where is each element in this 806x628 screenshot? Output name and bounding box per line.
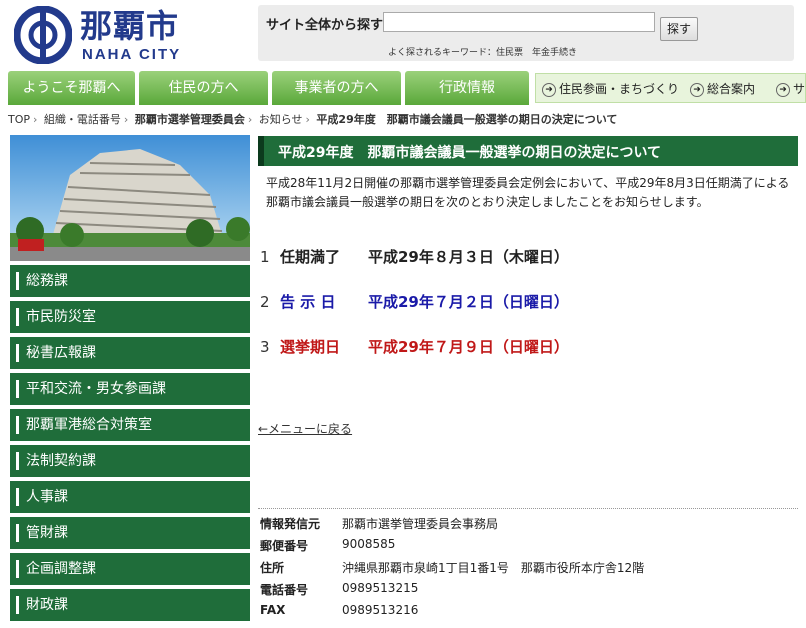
sidebar-item-legal-contracts[interactable]: 法制契約課	[10, 445, 250, 477]
item-key: 任期満了	[280, 248, 341, 266]
tab-businesses[interactable]: 事業者の方へ	[272, 71, 401, 105]
main-navigation: ようこそ那覇へ 住民の方へ 事業者の方へ 行政情報 ➜ 住民参画・まちづくり ➜ 総…	[0, 69, 806, 105]
city-hall-photo	[10, 135, 250, 261]
election-item-term-end: 1 任期満了 平成29年８月３日（木曜日）	[260, 246, 569, 267]
city-logo[interactable]: 那覇市 NAHA CITY	[14, 6, 204, 64]
sub-nav-label: 総合案内	[707, 82, 756, 96]
item-value: 平成29年８月３日（木曜日）	[368, 248, 569, 266]
tab-administration[interactable]: 行政情報	[405, 71, 529, 105]
sub-nav-participation[interactable]: ➜ 住民参画・まちづくり	[542, 80, 679, 97]
info-value: 那覇市選挙管理委員会事務局	[342, 517, 499, 531]
info-value: 9008585	[342, 537, 396, 551]
sub-navigation: ➜ 住民参画・まちづくり ➜ 総合案内 ➜ サ	[535, 73, 806, 103]
item-number: 1	[260, 248, 270, 266]
sidebar-item-personnel[interactable]: 人事課	[10, 481, 250, 513]
election-item-voting-day: 3 選挙期日 平成29年７月９日（日曜日）	[260, 336, 569, 357]
info-row-fax: FAX 0989513216	[258, 597, 798, 619]
info-key: 郵便番号	[260, 539, 309, 553]
info-row-phone: 電話番号 0989513215	[258, 575, 798, 597]
logo-english-text: NAHA CITY	[82, 46, 182, 63]
item-value: 平成29年７月２日（日曜日）	[368, 293, 569, 311]
arrow-circle-icon: ➜	[690, 82, 704, 97]
item-value: 平成29年７月９日（日曜日）	[368, 338, 569, 356]
breadcrumb: TOP › 組織・電話番号 › 那覇市選挙管理委員会 › お知らせ › 平成29年度 那…	[8, 113, 618, 126]
item-number: 3	[260, 338, 270, 356]
arrow-circle-icon: ➜	[776, 82, 790, 97]
info-key: 電話番号	[260, 583, 309, 597]
search-button[interactable]: 探す	[660, 17, 698, 41]
page-title-bar: 平成29年度 那覇市議会議員一般選挙の期日の決定について	[258, 136, 798, 166]
search-input[interactable]	[383, 12, 655, 32]
sidebar-item-military-port[interactable]: 那覇軍港総合対策室	[10, 409, 250, 441]
search-label: サイト全体から探す	[266, 18, 384, 33]
intro-paragraph: 平成28年11月2日開催の那覇市選挙管理委員会定例会において、平成29年8月3日…	[266, 176, 790, 209]
popular-keywords: よく探されるキーワード：住民票 年金手続き	[388, 48, 578, 58]
item-key: 告 示 日	[280, 293, 336, 311]
back-to-menu-link[interactable]: ←メニューに戻る	[258, 420, 352, 437]
info-key: 情報発信元	[260, 517, 321, 531]
item-number: 2	[260, 293, 270, 311]
page-title: 平成29年度 那覇市議会議員一般選挙の期日の決定について	[278, 145, 662, 161]
info-row-source: 情報発信元 那覇市選挙管理委員会事務局	[258, 509, 798, 531]
tab-residents[interactable]: 住民の方へ	[139, 71, 268, 105]
info-key: FAX	[260, 603, 286, 617]
breadcrumb-current: 平成29年度 那覇市議会議員一般選挙の期日の決定について	[316, 113, 618, 126]
info-row-postal: 郵便番号 9008585	[258, 531, 798, 553]
breadcrumb-notices[interactable]: お知らせ	[259, 113, 303, 126]
sidebar-item-public-relations[interactable]: 秘書広報課	[10, 337, 250, 369]
sub-nav-label: 住民参画・まちづくり	[559, 82, 680, 96]
sidebar-item-general-affairs[interactable]: 総務課	[10, 265, 250, 297]
contact-info-table: 情報発信元 那覇市選挙管理委員会事務局 郵便番号 9008585 住所 沖縄県那覇市泉…	[258, 508, 798, 619]
sidebar-item-peace-gender[interactable]: 平和交流・男女参画課	[10, 373, 250, 405]
sidebar-item-property[interactable]: 管財課	[10, 517, 250, 549]
logo-japanese-text: 那覇市	[80, 7, 180, 45]
item-key: 選挙期日	[280, 338, 341, 356]
sub-nav-general-info[interactable]: ➜ 総合案内	[690, 80, 755, 97]
breadcrumb-election-committee[interactable]: 那覇市選挙管理委員会	[135, 113, 245, 126]
arrow-circle-icon: ➜	[542, 82, 556, 97]
info-value: 沖縄県那覇市泉崎1丁目1番1号 那覇市役所本庁舎12階	[342, 561, 645, 575]
breadcrumb-organization[interactable]: 組織・電話番号	[44, 113, 121, 126]
tab-welcome[interactable]: ようこそ那覇へ	[8, 71, 135, 105]
sidebar-item-disaster-prevention[interactable]: 市民防災室	[10, 301, 250, 333]
sub-nav-more[interactable]: ➜ サ	[776, 80, 805, 97]
info-value: 0989513215	[342, 581, 419, 595]
info-value: 0989513216	[342, 603, 419, 617]
sub-nav-label: サ	[793, 82, 806, 96]
sidebar-item-planning[interactable]: 企画調整課	[10, 553, 250, 585]
election-item-announcement: 2 告 示 日 平成29年７月２日（日曜日）	[260, 291, 569, 312]
city-emblem-icon	[14, 6, 72, 64]
info-key: 住所	[260, 561, 285, 575]
site-search-panel: サイト全体から探す 探す よく探されるキーワード：住民票 年金手続き	[258, 5, 794, 61]
breadcrumb-top[interactable]: TOP	[8, 113, 30, 126]
sidebar-item-finance[interactable]: 財政課	[10, 589, 250, 621]
info-row-address: 住所 沖縄県那覇市泉崎1丁目1番1号 那覇市役所本庁舎12階	[258, 553, 798, 575]
